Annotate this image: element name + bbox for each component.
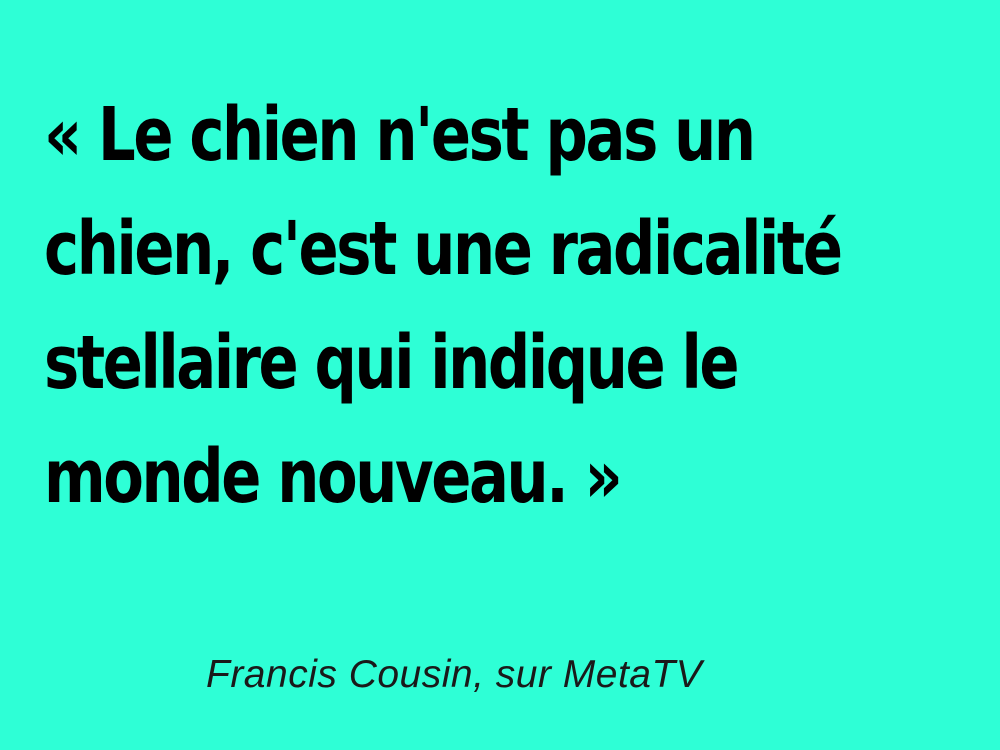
quote-line-1: « Le chien n'est pas un (44, 92, 756, 178)
quote-text: « Le chien n'est pas un chien, c'est une… (44, 78, 843, 534)
quote-line-3: stellaire qui indique le (44, 320, 740, 406)
quote-attribution: Francis Cousin, sur MetaTV (206, 653, 703, 696)
quote-slide: « Le chien n'est pas un chien, c'est une… (0, 0, 1000, 750)
quote-line-4: monde nouveau. » (44, 434, 623, 520)
quote-line-2: chien, c'est une radicalité (44, 206, 843, 292)
